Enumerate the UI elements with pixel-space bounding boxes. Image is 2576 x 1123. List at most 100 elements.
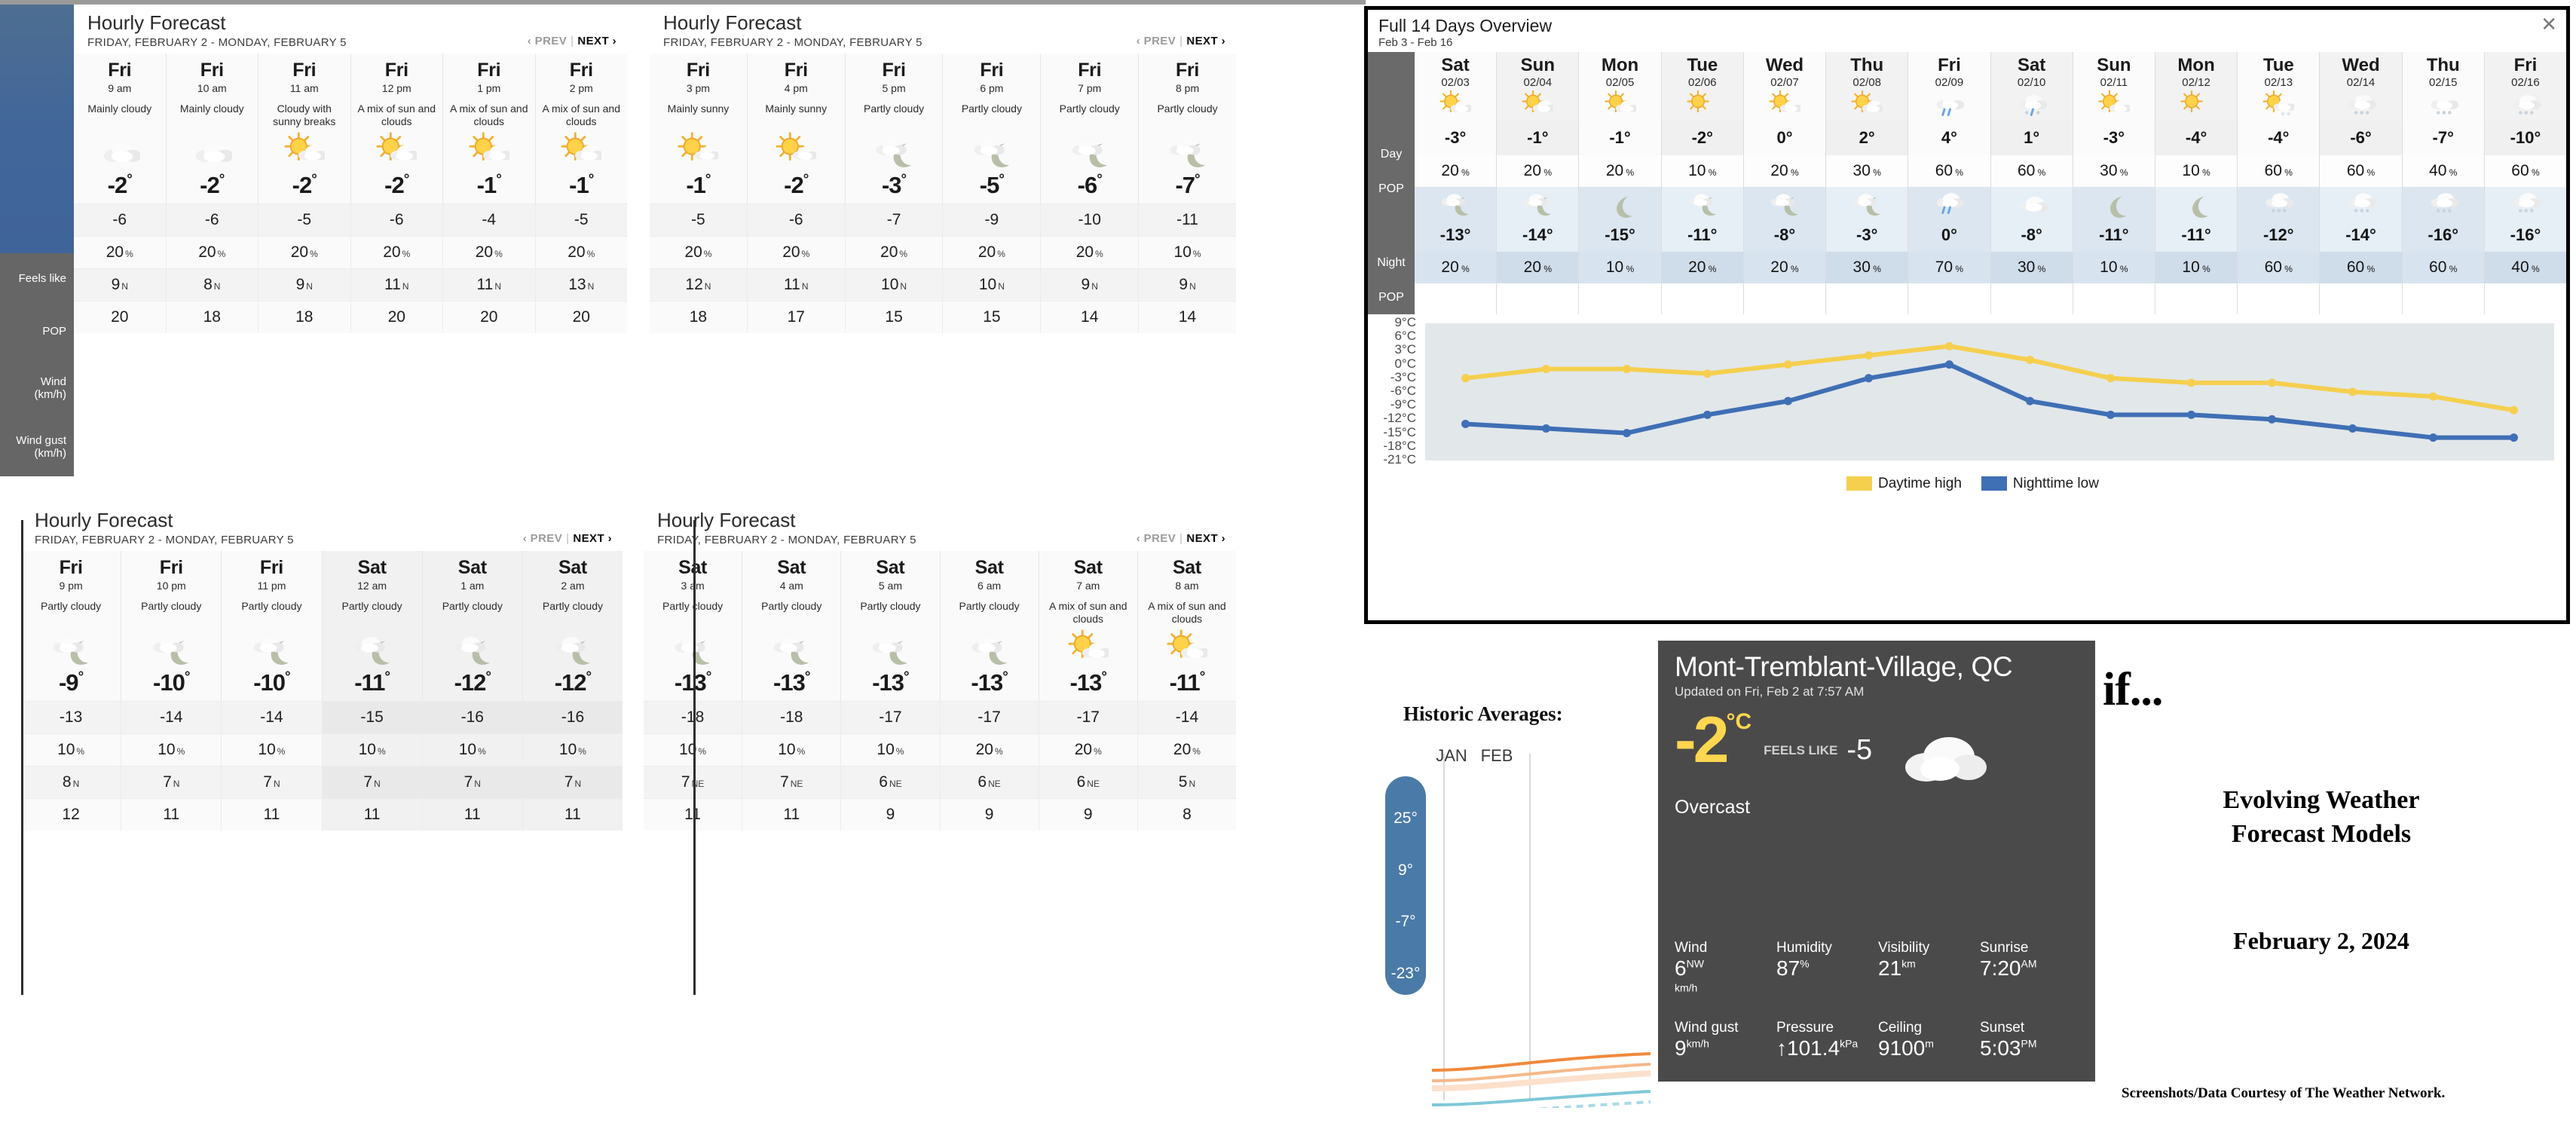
overview-rail-spacer (1368, 52, 1415, 136)
overview-day-column[interactable]: Tue 02/06 -2° 10 % -11° 20 % (1660, 52, 1743, 314)
column-condition: Partly cloudy (41, 599, 102, 612)
hourly-forecast-half: Hourly Forecast FRIDAY, FEBRUARY 2 - MON… (21, 502, 623, 831)
next-button[interactable]: NEXT › (1186, 35, 1225, 47)
hourly-data-cell: 6 NE (939, 766, 1039, 798)
metric-label: Sunrise (1980, 940, 2029, 956)
column-time: 1 pm (477, 81, 501, 94)
column-time: 12 am (357, 579, 387, 592)
column-day: Fri (259, 556, 283, 578)
hourly-data-cell: 11 (121, 798, 222, 831)
hourly-data-cell: 20% (165, 236, 258, 268)
prev-button[interactable]: ‹ PREV (528, 35, 567, 47)
hourly-data-row: -13 -14 -14 -15 -16 -16 (21, 700, 623, 733)
overview-day-column[interactable]: Sat 02/03 -3° 20 % -13° 20 % (1415, 52, 1497, 314)
hourly-data-row: 9 N 8 N 9 N 11 N 11 N 13 N (74, 268, 627, 301)
hourly-data-cell: 7N (321, 766, 422, 798)
hourly-data-cell: -9 (942, 203, 1041, 236)
hourly-data-cell: -5 (258, 203, 350, 236)
overview-day-column[interactable]: Wed 02/14 -6° 60 % -14° 60 % (2319, 52, 2402, 314)
overview-day-column[interactable]: Wed 02/07 0° 20 % -8° 20 % (1742, 52, 1826, 314)
overview-night-temp: -3° (1856, 225, 1878, 244)
hourly-title: Hourly Forecast (663, 11, 802, 34)
overview-day-temp: -1° (1579, 121, 1661, 155)
hourly-data-cell: 10% (1138, 236, 1236, 268)
column-temperature: -1° (569, 171, 594, 198)
hourly-data-cell: 8 (1137, 798, 1237, 831)
column-temperature: -2° (784, 171, 809, 198)
hourly-data-row: 10% 10% 10% 10% 10% 10% (21, 733, 623, 766)
sun-cloud-icon (2073, 89, 2155, 121)
scale-label-minus7: -7° (1395, 913, 1416, 930)
column-time: 12 pm (381, 81, 411, 94)
column-temperature: -2° (292, 171, 317, 198)
row-label: Wind (km/h) (34, 375, 67, 401)
hourly-data-cell: 14 (1040, 301, 1139, 333)
hourly-data-cell: -6 (74, 203, 166, 236)
overview-date: 02/03 (1441, 76, 1470, 89)
prev-button[interactable]: ‹ PREV (1137, 35, 1176, 47)
prev-button[interactable]: ‹ PREV (1137, 532, 1176, 545)
hourly-title: Hourly Forecast (657, 509, 796, 531)
hourly-data-cell: 10% (121, 733, 222, 766)
overview-date: 02/13 (2264, 76, 2293, 89)
hourly-data-cell: 20 (74, 301, 166, 333)
overview-day-temp: 4° (1908, 121, 1990, 155)
hourly-data-rows: -5 -6 -7 -9 -10 -11 20% 20% 20% 20% 20% 10% 12 N 11 N 10… (650, 203, 1236, 333)
overview-day-column[interactable]: Fri 02/16 -10° 60 % -16° 40 % (2483, 52, 2567, 314)
next-button[interactable]: NEXT › (573, 532, 612, 545)
hourly-data-cell: 6 NE (1038, 766, 1137, 798)
moon-cloud-icon (841, 627, 939, 669)
overview-dow: Sat (1441, 55, 1470, 75)
hourly-column: Sat 7 am A mix of sun and clouds -13° (1038, 550, 1137, 701)
metric-value: 7:20AM (1980, 956, 2037, 980)
current-metric: Visibility 21km (1878, 940, 1980, 1005)
column-condition: Partly cloudy (1157, 102, 1218, 115)
column-time: 1 am (460, 579, 485, 592)
next-button[interactable]: NEXT › (1186, 532, 1225, 545)
hourly-data-row: 7 NE 7 NE 6 NE 6 NE 6 NE 5 N (644, 765, 1237, 798)
hourly-data-cell: 20% (1137, 733, 1237, 766)
hourly-data-cell: 20% (650, 236, 747, 268)
next-button[interactable]: NEXT › (577, 35, 616, 47)
column-day: Fri (980, 59, 1004, 81)
column-time: 4 am (779, 579, 803, 592)
hourly-data-cell: 9 (939, 798, 1039, 831)
column-temperature: -9° (58, 669, 84, 696)
hourly-data-row: 11119998 (644, 797, 1237, 831)
column-condition: A mix of sun and clouds (449, 102, 528, 128)
hourly-data-row: 8N7N7N7N7N7N (21, 765, 623, 798)
metric-unit: m (1925, 1037, 1934, 1050)
overview-day-column[interactable]: Sun 02/04 -1° 20 % -14° 20 % (1496, 52, 1579, 314)
prev-button[interactable]: ‹ PREV (523, 532, 562, 545)
overview-day-column[interactable]: Sat 02/10 1° 60 % -8° 30 % (1990, 52, 2073, 314)
overview-day-column[interactable]: Tue 02/13 -4° 60 % -12° 60 % (2237, 52, 2320, 314)
column-day: Fri (477, 59, 501, 81)
overview-day-temp: -1° (1497, 121, 1579, 155)
overview-night-pop: 40 % (2484, 252, 2567, 283)
overview-day-column[interactable]: Sun 02/11 -3° 30 % -11° 10 % (2072, 52, 2155, 314)
hourly-data-cell: -6 (746, 203, 845, 236)
overview-day-column[interactable]: Thu 02/08 2° 30 % -3° 30 % (1825, 52, 1908, 314)
close-icon[interactable]: ✕ (2541, 14, 2557, 34)
hourly-column: Fri 11 pm Partly cloudy -10° (221, 550, 322, 701)
overview-dow: Sun (1520, 55, 1555, 75)
overview-day-column[interactable]: Mon 02/05 -1° 20 % -15° 10 % (1578, 52, 1661, 314)
overview-date: 02/06 (1687, 76, 1717, 89)
current-metric: Humidity 87% (1776, 940, 1878, 1005)
column-day: Sat (876, 556, 905, 578)
column-temperature: -7° (1175, 171, 1200, 198)
row-label: POP (42, 325, 66, 338)
overview-day-column[interactable]: Thu 02/15 -7° 40 % -16° 60 % (2401, 52, 2484, 314)
hourly-column: Fri 4 pm Mainly sunny -2° (746, 53, 845, 203)
overview-day-column[interactable]: Mon 02/12 -4° 10 % -11° 10 % (2154, 52, 2238, 314)
sun-cloud-icon (1744, 89, 1825, 121)
column-time: 9 am (108, 81, 132, 94)
hourly-data-cell: 11 N (442, 268, 535, 301)
column-time: 3 pm (686, 81, 710, 94)
legend-item: Nighttime low (1981, 476, 2099, 492)
hourly-data-cell: -13 (21, 701, 121, 733)
hourly-data-row: 12 11 11 11 11 11 (21, 797, 623, 831)
column-temperature: -13° (971, 669, 1008, 696)
column-temperature: -13° (872, 669, 909, 696)
overview-day-column[interactable]: Fri 02/09 4° 60 % 0° 70 % (1908, 52, 1990, 314)
